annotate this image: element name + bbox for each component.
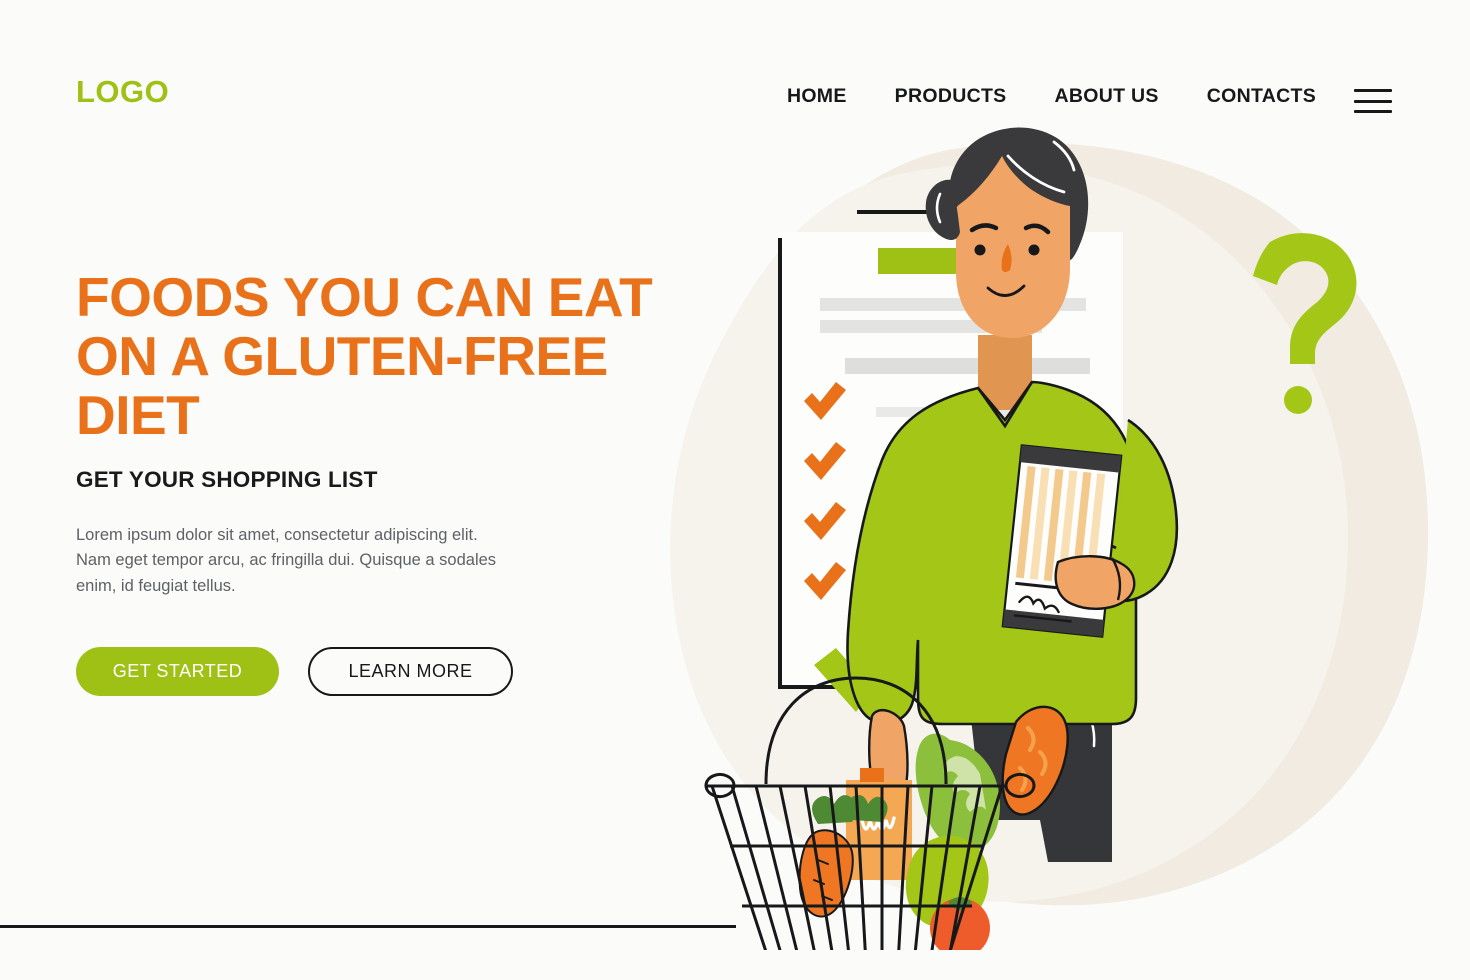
hamburger-menu-icon[interactable] <box>1354 86 1392 116</box>
get-started-button[interactable]: GET STARTED <box>76 647 279 697</box>
hero-illustration <box>660 120 1470 950</box>
hamburger-line <box>1354 99 1392 103</box>
eye-right <box>1028 244 1040 256</box>
basket-item-carrot <box>798 829 854 918</box>
basket-item-greens <box>812 795 888 824</box>
hero-section: FOODS YOU CAN EAT ON A GLUTEN-FREE DIET … <box>76 266 676 697</box>
hero-description: Lorem ipsum dolor sit amet, consectetur … <box>76 525 497 595</box>
page-title: FOODS YOU CAN EAT ON A GLUTEN-FREE DIET <box>76 266 653 446</box>
nav-item-contacts[interactable]: CONTACTS <box>1207 85 1316 108</box>
nav-item-home[interactable]: HOME <box>787 85 847 108</box>
bottom-divider <box>0 925 736 928</box>
eye-left <box>974 244 986 256</box>
site-logo[interactable]: LOGO <box>76 76 169 107</box>
site-header: LOGO HOME PRODUCTS ABOUT US CONTACTS <box>0 0 1470 170</box>
hamburger-line <box>1354 110 1392 113</box>
hero-subtitle: GET YOUR SHOPPING LIST <box>76 466 378 492</box>
hamburger-line <box>1354 89 1392 92</box>
learn-more-button[interactable]: LEARN MORE <box>308 647 513 697</box>
nav-item-about-us[interactable]: ABOUT US <box>1054 85 1158 108</box>
nav-item-products[interactable]: PRODUCTS <box>895 85 1007 108</box>
main-navigation: HOME PRODUCTS ABOUT US CONTACTS <box>787 85 1316 108</box>
person-hand-right <box>1054 555 1136 610</box>
hero-actions: GET STARTED LEARN MORE <box>76 647 676 697</box>
